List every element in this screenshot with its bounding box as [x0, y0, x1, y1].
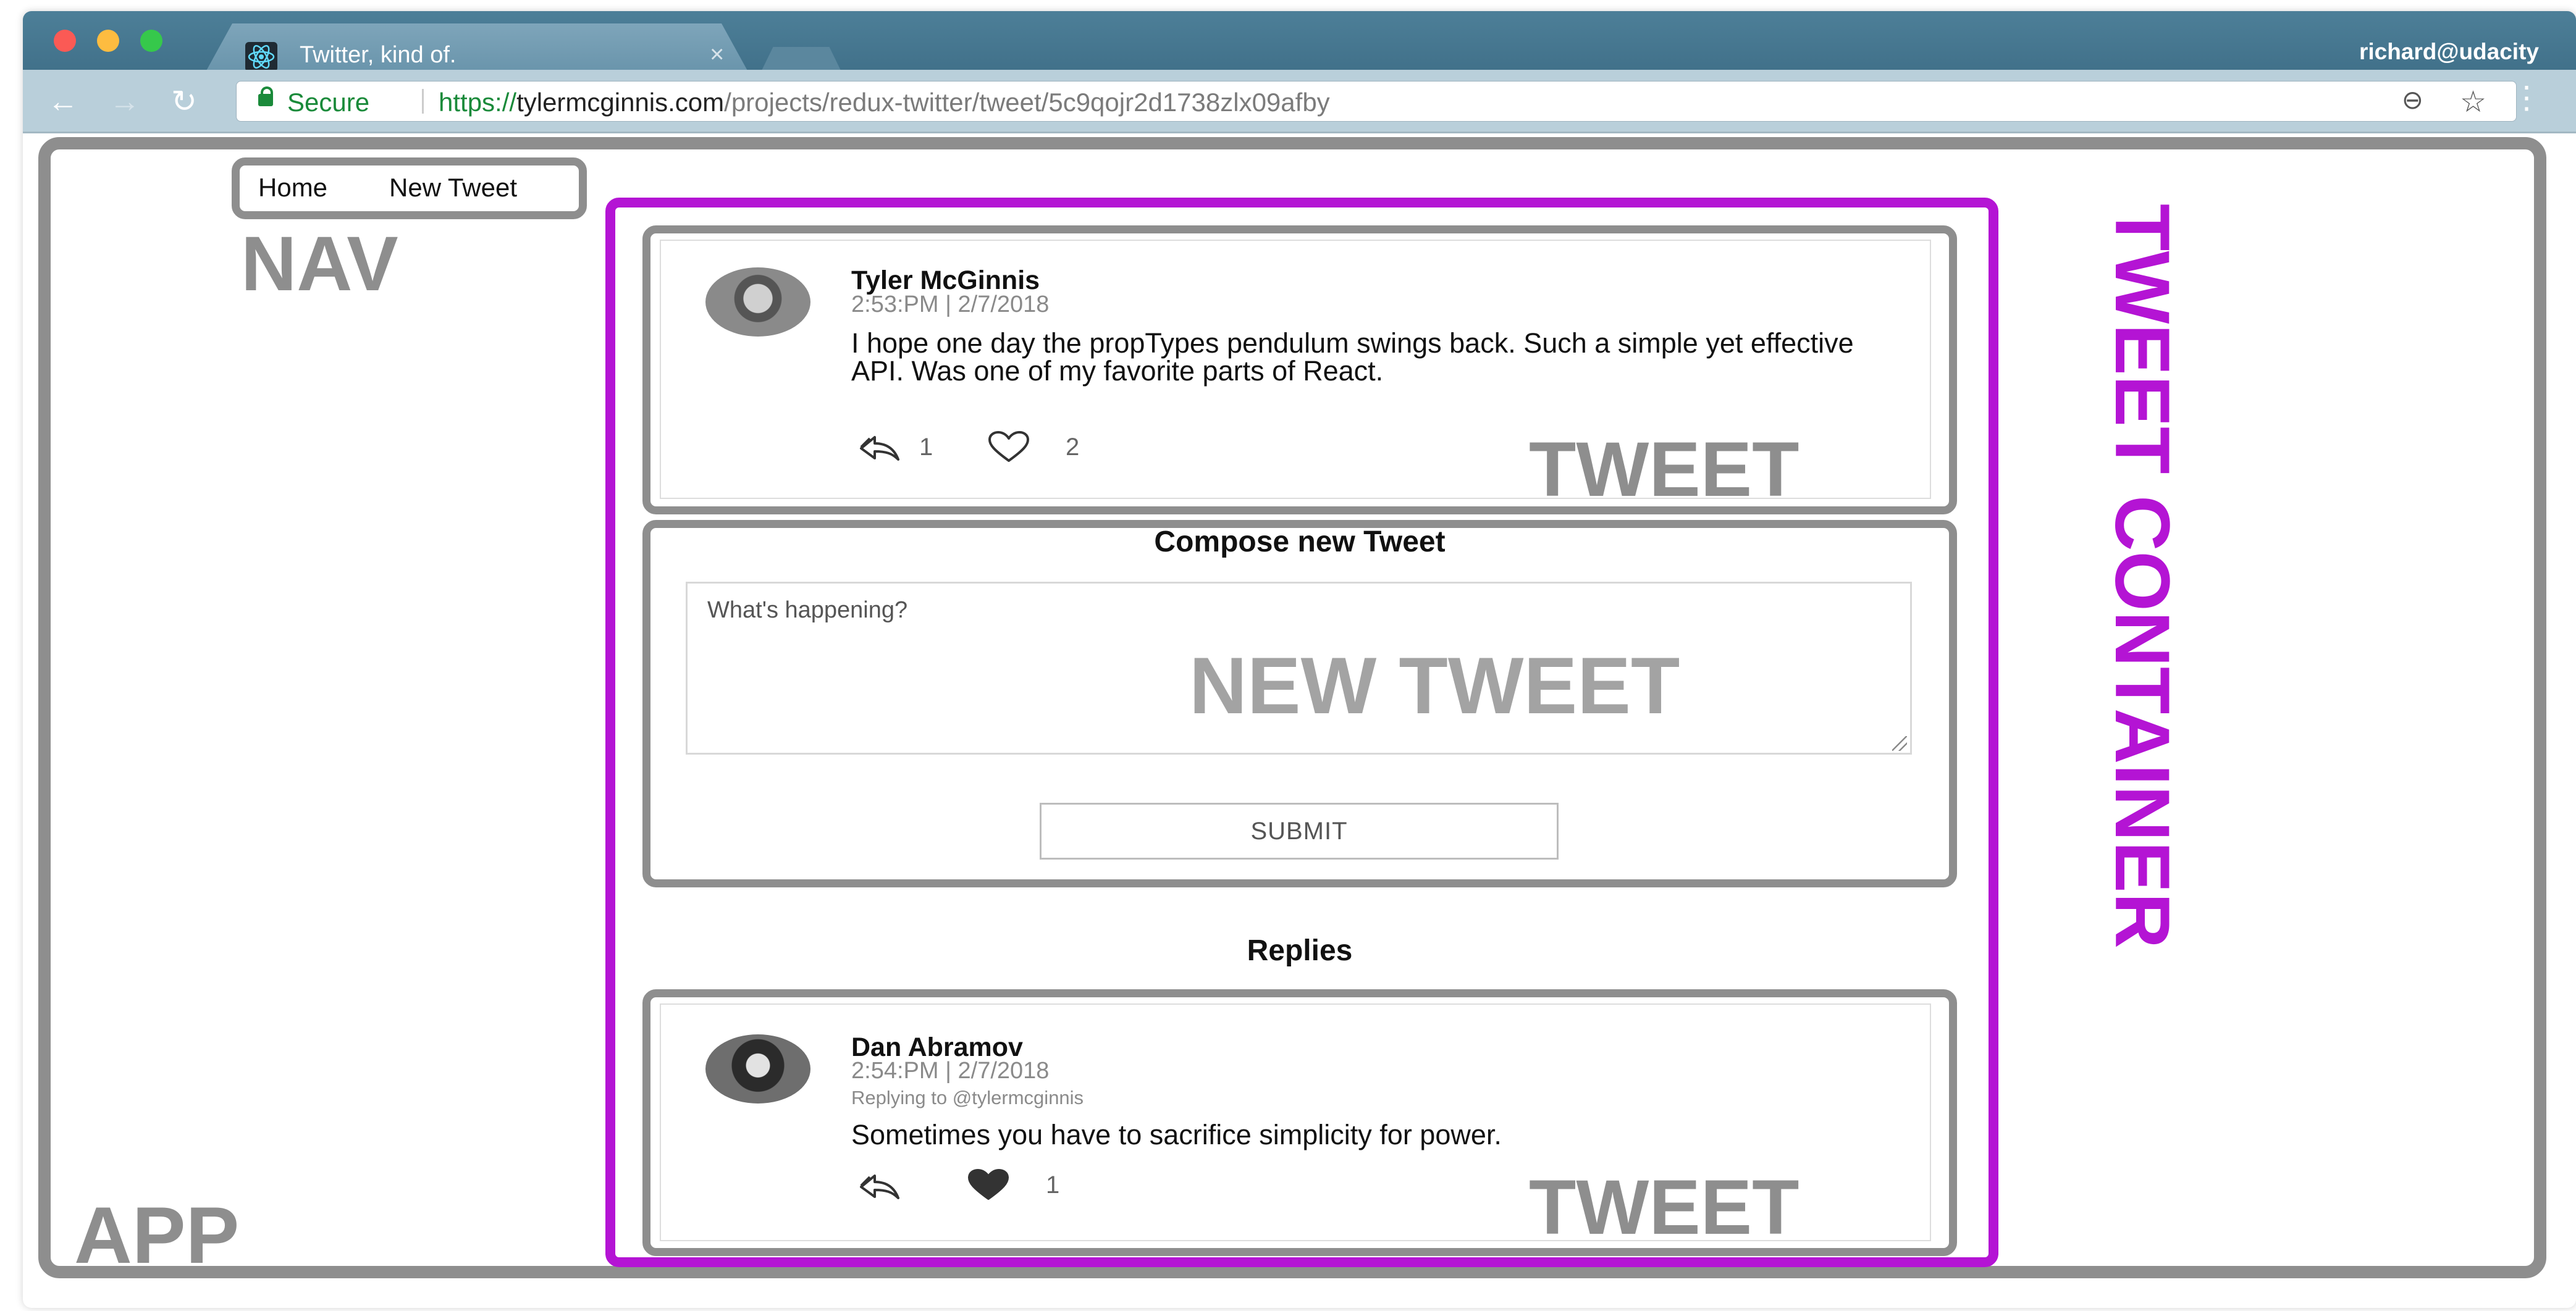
submit-button[interactable]: SUBMIT	[1040, 803, 1559, 860]
like-count: 2	[1066, 434, 1080, 461]
reload-icon[interactable]: ↻	[171, 86, 197, 117]
reply-icon[interactable]	[859, 1170, 902, 1203]
reply-tweet-annotation: TWEET	[1529, 1165, 1799, 1250]
browser-tab[interactable]	[205, 23, 749, 73]
nav-new-tweet-link[interactable]: New Tweet	[389, 173, 517, 203]
url-scheme: https://	[439, 88, 517, 117]
url-path: /projects/redux-twitter/tweet/5c9qojr2d1…	[724, 88, 1330, 117]
new-tweet-annotation: NEW TWEET	[1189, 640, 1680, 731]
url-text[interactable]: https://tylermcginnis.com/projects/redux…	[439, 88, 1330, 117]
tab-close-icon[interactable]: ×	[710, 41, 724, 69]
reply-timestamp: 2:54:PM | 2/7/2018	[851, 1058, 1050, 1084]
reply-count: 1	[919, 434, 933, 461]
browser-menu-icon[interactable]: ⋮	[2511, 82, 2542, 113]
tweet-timestamp: 2:53:PM | 2/7/2018	[851, 291, 1050, 317]
new-tab-button[interactable]	[761, 47, 841, 72]
tweet-text: I hope one day the propTypes pendulum sw…	[851, 327, 1854, 387]
reply-like-count: 1	[1046, 1171, 1060, 1199]
react-logo-icon	[245, 42, 277, 72]
replies-heading: Replies	[1247, 934, 1353, 967]
maximize-window-button[interactable]	[140, 30, 162, 52]
minimize-window-button[interactable]	[97, 30, 119, 52]
tweet-annotation: TWEET	[1529, 427, 1799, 513]
replying-to: Replying to @tylermcginnis	[851, 1087, 1084, 1108]
secure-label: Secure	[287, 88, 370, 117]
resize-handle-icon[interactable]	[1892, 736, 1907, 751]
reply-icon[interactable]	[859, 431, 902, 464]
compose-title: Compose new Tweet	[1154, 526, 1446, 558]
tab-title: Twitter, kind of.	[300, 42, 457, 68]
address-bar[interactable]: Secure https://tylermcginnis.com/project…	[236, 81, 2517, 122]
forward-icon[interactable]: →	[109, 86, 140, 117]
nav-annotation: NAV	[241, 221, 398, 307]
close-window-button[interactable]	[54, 30, 76, 52]
zoom-icon[interactable]: ⊖	[2402, 85, 2423, 115]
reply-text: Sometimes you have to sacrifice simplici…	[851, 1119, 1502, 1150]
url-host: tylermcginnis.com	[516, 88, 725, 117]
avatar[interactable]	[705, 267, 810, 337]
address-divider	[422, 89, 424, 114]
avatar[interactable]	[705, 1034, 810, 1104]
lock-icon	[258, 86, 273, 106]
back-icon[interactable]: ←	[48, 86, 78, 117]
profile-account[interactable]: richard@udacity	[2359, 39, 2539, 65]
nav-home-link[interactable]: Home	[258, 173, 327, 203]
app-annotation: APP	[74, 1190, 240, 1280]
like-heart-icon[interactable]	[987, 431, 1030, 464]
tweet-container-annotation: TWEET CONTAINER	[2099, 204, 2185, 949]
liked-heart-icon[interactable]	[967, 1169, 1010, 1202]
browser-toolbar: ← → ↻ Secure https://tylermcginnis.com/p…	[23, 70, 2576, 133]
bookmark-star-icon[interactable]: ☆	[2460, 85, 2486, 119]
